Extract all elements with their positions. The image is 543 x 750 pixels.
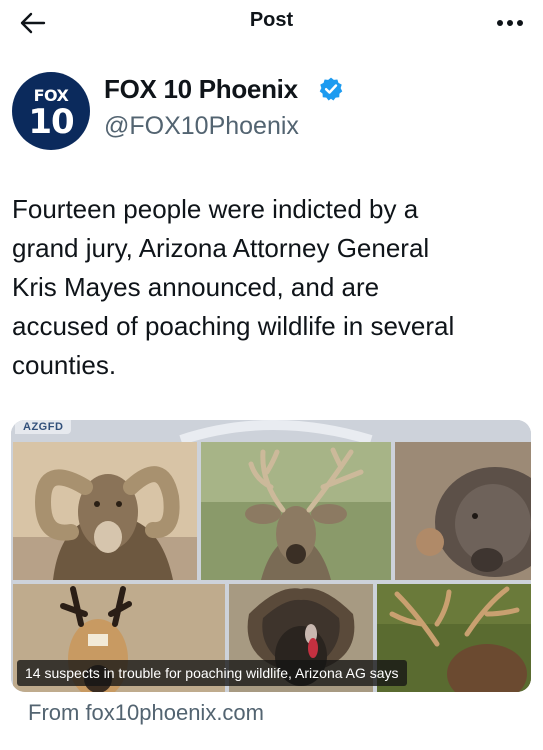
page-title: Post [249,9,294,31]
verified-badge-icon [319,77,343,101]
more-horizontal-icon [497,20,523,26]
tweet-text-line: counties. [12,350,117,380]
source-watermark: AZGFD [15,420,72,434]
photo-mule-deer [201,442,391,580]
photo-javelina [395,442,531,580]
link-card-image[interactable]: AZGFD 14 suspects in trouble for poachin… [11,420,531,692]
tweet-text-line: accused of poaching wildlife in several [12,311,455,341]
photo-bighorn-sheep [13,442,197,580]
avatar[interactable]: FOX 10 [12,72,90,150]
author-display-name[interactable]: FOX 10 Phoenix [104,74,298,105]
tweet-text-line: Kris Mayes announced, and are [12,272,380,302]
avatar-logo-bottom: 10 [28,102,74,142]
tweet-text-line: Fourteen people were indicted by a [12,194,419,224]
more-options-button[interactable] [493,8,527,38]
source-link[interactable]: From fox10phoenix.com [28,700,264,726]
top-bar: Post [0,0,543,44]
author-handle[interactable]: @FOX10Phoenix [104,112,299,141]
tweet-text-line: grand jury, Arizona Attorney General [12,233,430,263]
author-block: FOX 10 FOX 10 Phoenix @FOX10Phoenix [12,72,532,150]
tweet-text: Fourteen people were indicted by a grand… [12,190,530,385]
card-caption: 14 suspects in trouble for poaching wild… [17,660,407,686]
